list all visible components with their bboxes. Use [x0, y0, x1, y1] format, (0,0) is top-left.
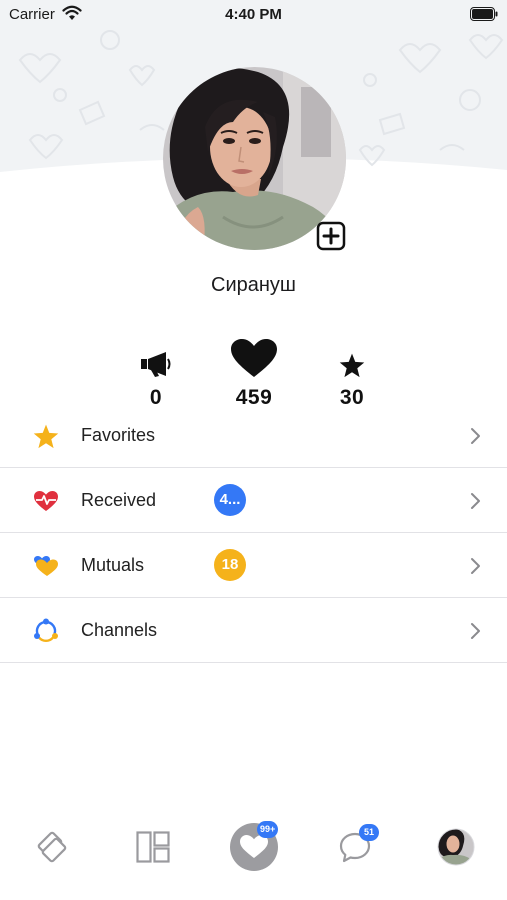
tab-cards[interactable]	[27, 822, 77, 872]
chevron-right-icon	[471, 623, 480, 639]
tab-profile[interactable]	[431, 822, 481, 872]
channels-icon	[32, 618, 60, 644]
menu-item-mutuals[interactable]: Mutuals 18	[0, 533, 507, 598]
chevron-right-icon	[471, 493, 480, 509]
home-indicator	[186, 888, 321, 893]
avatar	[437, 828, 475, 866]
bottom-tab-bar: 99+ 51	[0, 812, 507, 882]
stat-likes[interactable]: 459	[214, 339, 294, 410]
cards-icon	[37, 831, 67, 863]
chevron-right-icon	[471, 428, 480, 444]
grid-layout-icon	[136, 831, 170, 863]
menu-item-label: Favorites	[81, 425, 156, 445]
messages-tab-badge: 51	[359, 824, 379, 841]
add-photo-icon[interactable]	[316, 221, 346, 251]
battery-icon	[470, 7, 498, 21]
star-icon	[32, 423, 60, 449]
menu-item-channels[interactable]: Channels	[0, 598, 507, 663]
tab-feed[interactable]	[128, 822, 178, 872]
heart-icon	[231, 339, 277, 377]
megaphone-icon	[141, 352, 171, 377]
profile-name: Сирануш	[211, 274, 296, 296]
profile-screen: Carrier 4:40 PM Сирануш 0 459 30 Favorit…	[0, 0, 507, 900]
received-count-badge: 4...	[214, 484, 246, 516]
stat-ads[interactable]: 0	[116, 340, 196, 410]
menu-item-label: Mutuals	[81, 555, 145, 575]
profile-menu-list: Favorites Received 4... Mutuals 18 Chann…	[0, 403, 507, 663]
clock-time: 4:40 PM	[225, 6, 282, 23]
heart-pulse-icon	[32, 488, 60, 514]
menu-item-received[interactable]: Received 4...	[0, 468, 507, 533]
chevron-right-icon	[471, 558, 480, 574]
mutual-hearts-icon	[32, 553, 60, 579]
menu-item-label: Channels	[81, 620, 158, 640]
stat-stars[interactable]: 30	[312, 340, 392, 410]
tab-likes[interactable]: 99+	[229, 821, 279, 872]
star-icon	[339, 353, 365, 378]
menu-item-favorites[interactable]: Favorites	[0, 403, 507, 468]
likes-tab-badge: 99+	[257, 821, 279, 838]
tab-messages[interactable]: 51	[330, 822, 380, 872]
mutuals-count-badge: 18	[214, 549, 246, 581]
status-bar: Carrier 4:40 PM	[0, 0, 507, 28]
menu-item-label: Received	[81, 490, 157, 510]
